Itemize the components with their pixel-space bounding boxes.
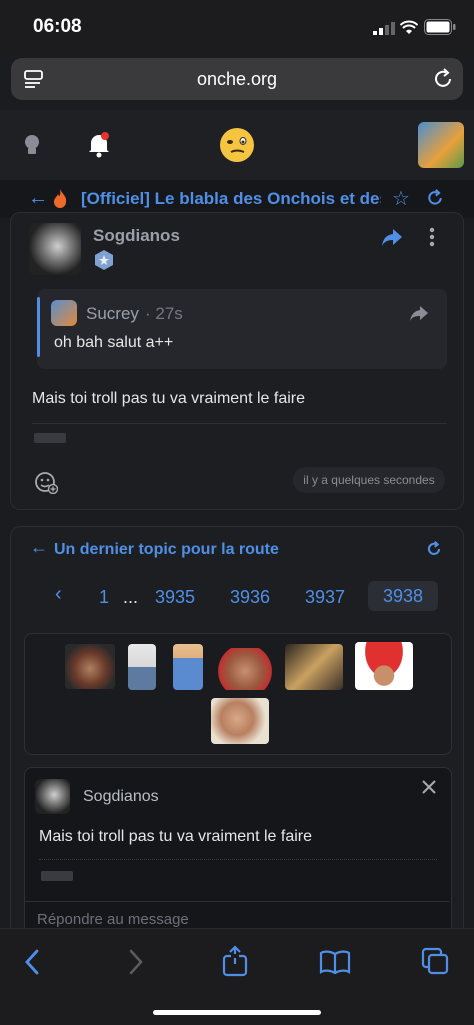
quote-text: oh bah salut a++ (54, 334, 174, 351)
forward-chevron-icon[interactable] (128, 949, 144, 980)
page-3938-current[interactable]: 3938 (368, 581, 438, 611)
sticker-item[interactable] (128, 644, 156, 690)
panel-refresh-icon[interactable] (426, 540, 442, 562)
site-logo-icon[interactable] (219, 127, 255, 163)
sticker-item[interactable] (211, 698, 269, 744)
share-icon[interactable] (381, 227, 403, 252)
fire-icon (52, 188, 68, 213)
tabs-icon[interactable] (421, 947, 449, 980)
home-indicator (153, 1010, 321, 1015)
divider (32, 423, 447, 424)
quote-bar (37, 297, 40, 357)
sticker-item[interactable] (215, 648, 275, 690)
quick-panel: ← Un dernier topic pour la route ‹ 1 ...… (10, 526, 464, 958)
wifi-icon (399, 20, 419, 35)
user-avatar[interactable] (418, 122, 464, 168)
quote-share-icon[interactable] (409, 304, 429, 327)
url-text[interactable]: onche.org (11, 69, 463, 90)
battery-icon (424, 19, 456, 35)
reload-icon[interactable] (432, 68, 454, 90)
page-3935[interactable]: 3935 (155, 587, 195, 608)
site-header (0, 110, 474, 180)
author-name[interactable]: Sogdianos (93, 226, 180, 246)
reply-signature-image (41, 871, 73, 881)
status-time: 06:08 (33, 16, 82, 37)
back-arrow-icon[interactable]: ← (28, 187, 48, 210)
back-chevron-icon[interactable] (24, 949, 40, 980)
more-options-icon[interactable] (429, 227, 435, 252)
signal-icon (373, 22, 395, 35)
post-body: Mais toi troll pas tu va vraiment le fai… (32, 390, 305, 407)
reply-author-name: Sogdianos (83, 788, 159, 805)
post-timestamp: il y a quelques secondes (293, 467, 445, 493)
address-bar[interactable]: onche.org (11, 58, 463, 100)
sticker-item[interactable] (65, 644, 115, 689)
page-1[interactable]: 1 (99, 587, 109, 608)
quote-author-avatar (51, 300, 77, 326)
sticker-item[interactable] (173, 644, 203, 690)
notification-bell-icon[interactable] (87, 132, 111, 158)
reply-author-avatar (35, 779, 70, 814)
rank-badge-icon (93, 249, 115, 276)
bookmarks-icon[interactable] (319, 949, 351, 980)
status-bar: 06:08 (0, 0, 474, 52)
panel-back-icon[interactable]: ← (30, 537, 48, 558)
panel-title[interactable]: Un dernier topic pour la route (54, 541, 279, 559)
post-card: Sogdianos Sucrey · 27s oh bah salut a++ … (10, 212, 464, 510)
signature-image (34, 433, 66, 443)
pagination-prev[interactable]: ‹ (55, 583, 62, 606)
quote-author: Sucrey (86, 304, 139, 323)
quote-time: · 27s (145, 304, 183, 323)
page-3936[interactable]: 3936 (230, 587, 270, 608)
reply-input-placeholder: Répondre au message (37, 911, 189, 928)
reply-text: Mais toi troll pas tu va vraiment le fai… (39, 828, 312, 845)
sticker-picker (24, 633, 452, 755)
topic-title[interactable]: [Officiel] Le blabla des Onchois et des (81, 189, 381, 209)
page-ellipsis: ... (123, 587, 139, 607)
close-icon[interactable] (421, 779, 437, 800)
page-3937[interactable]: 3937 (305, 587, 345, 608)
quoted-message[interactable]: Sucrey · 27s oh bah salut a++ (37, 289, 447, 369)
share-sheet-icon[interactable] (222, 945, 248, 982)
sticker-item[interactable] (355, 642, 413, 690)
favorite-star-icon[interactable]: ☆ (392, 186, 410, 211)
reply-divider (39, 859, 437, 860)
lightbulb-icon[interactable] (22, 133, 42, 157)
add-reaction-icon[interactable] (34, 470, 59, 499)
author-avatar[interactable] (29, 223, 81, 275)
sticker-item[interactable] (285, 644, 343, 690)
reply-preview: Sogdianos Mais toi troll pas tu va vraim… (24, 767, 452, 949)
refresh-icon[interactable] (426, 189, 444, 212)
